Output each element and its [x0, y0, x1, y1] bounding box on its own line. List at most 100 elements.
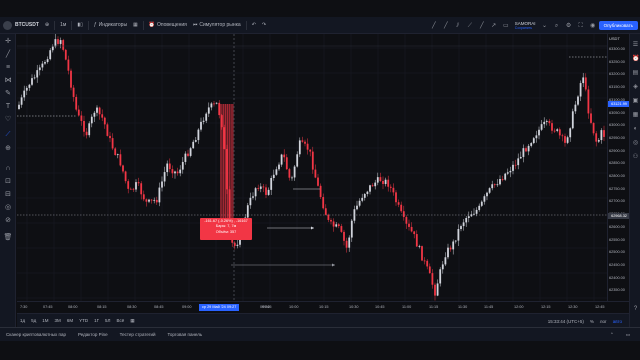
draw-ray-icon[interactable]: ╱	[442, 22, 450, 30]
ruler-icon[interactable]: ⟋	[3, 130, 13, 140]
candle-body	[18, 104, 20, 109]
notifications-icon[interactable]: ⚇	[632, 154, 639, 161]
watchlist-icon[interactable]: ☰	[632, 42, 639, 49]
candle-body	[538, 129, 540, 136]
draw-parallel-icon[interactable]: ⫽	[454, 22, 462, 30]
range-button[interactable]: 1Г	[94, 318, 99, 323]
symbol-search[interactable]: BTCUSDT	[0, 17, 42, 34]
brush-icon[interactable]: ✎	[3, 89, 13, 99]
alerts-icon[interactable]: ⏰	[632, 56, 639, 63]
news-icon[interactable]: ▣	[632, 98, 639, 105]
bottom-tab[interactable]: Редактор Pine	[78, 332, 108, 337]
price-tick: 62400.00	[609, 275, 625, 280]
replay-button[interactable]: ⏮ Симулятор рынка	[190, 17, 244, 34]
range-button[interactable]: 5д	[31, 318, 36, 323]
range-button[interactable]: 1д	[20, 318, 25, 323]
calendar-range-icon[interactable]: ▦	[130, 318, 134, 324]
undo-button[interactable]: ↶	[249, 17, 259, 34]
plus-icon: ⊕	[44, 22, 50, 28]
candle-body	[96, 107, 98, 113]
layout-save[interactable]: SAMORAI Сохранить	[515, 21, 536, 31]
lock-icon[interactable]: ⊡	[3, 177, 13, 187]
range-button[interactable]: 1М	[42, 318, 48, 323]
candle-body	[265, 187, 267, 195]
candle-body	[262, 186, 265, 188]
pattern-icon[interactable]: ⋈	[3, 76, 13, 86]
search-icon[interactable]: ⌕	[553, 22, 561, 30]
gear-icon[interactable]: ⚙	[565, 22, 573, 30]
compare-button[interactable]: ⊕	[42, 17, 52, 34]
chevron-down-icon[interactable]: ⌄	[541, 22, 549, 30]
candle-body	[218, 102, 221, 116]
layout-icon[interactable]: ▭	[502, 22, 510, 30]
interval-button[interactable]: 1м	[57, 17, 69, 34]
camera-icon[interactable]: ◉	[589, 22, 597, 30]
bottom-tab[interactable]: Торговая панель	[168, 332, 203, 337]
chat-icon[interactable]: ▤	[632, 70, 639, 77]
text-icon[interactable]: T	[3, 102, 13, 112]
lock-drawings-icon[interactable]: ⊟	[3, 190, 13, 200]
range-button[interactable]: 6М	[67, 318, 73, 323]
candle-body	[72, 87, 75, 97]
candle-body	[132, 188, 135, 190]
time-tick: 11:45	[484, 305, 494, 309]
range-button[interactable]: 5Л	[105, 318, 110, 323]
time-tick: 10:15	[319, 305, 329, 309]
indicators-button[interactable]: ƒ Индикаторы	[91, 17, 130, 34]
eye-icon[interactable]: ◎	[3, 203, 13, 213]
auto-toggle[interactable]: авто	[613, 319, 622, 324]
zoom-icon[interactable]: ⊕	[3, 144, 13, 154]
crosshair-icon[interactable]: ✛	[3, 37, 13, 47]
magnet-icon[interactable]: ∩	[3, 164, 13, 174]
candle-body	[387, 179, 390, 187]
candle-body	[54, 39, 57, 47]
interval-label: 1м	[60, 22, 67, 28]
candle-body	[272, 174, 275, 179]
candle-body	[184, 153, 187, 162]
chevron-up-icon[interactable]: ⌃	[610, 332, 614, 338]
range-buttons: 1д 5д 1М 3М 6М YTD 1Г 5Л Всё	[17, 318, 127, 323]
range-button[interactable]: YTD	[79, 318, 88, 323]
candle-body	[431, 273, 434, 285]
bottom-tab[interactable]: Сканер криптовалютных пар	[6, 332, 66, 337]
range-button[interactable]: Всё	[117, 318, 125, 323]
price-scale[interactable]: USDT 63300.00 63250.00 63200.00 63150.00 631…	[607, 34, 630, 301]
draw-arrow-icon[interactable]: ↗	[490, 22, 498, 30]
candle-body	[553, 130, 556, 132]
draw-hline-icon[interactable]: ╱	[478, 22, 486, 30]
publish-button[interactable]: Опубликовать	[598, 21, 638, 30]
trash-icon[interactable]: 🗑	[3, 233, 13, 243]
heart-icon[interactable]: ♡	[3, 115, 13, 125]
draw-path-icon[interactable]: ⟋	[466, 22, 474, 30]
candlestick-chart[interactable]	[17, 34, 607, 301]
percent-toggle[interactable]: %	[590, 319, 594, 324]
ideas-icon[interactable]: ◐	[632, 126, 639, 133]
streams-icon[interactable]: ◎	[632, 140, 639, 147]
maximize-icon[interactable]: ▭	[626, 332, 630, 338]
candle-body	[116, 154, 119, 156]
calendar-icon[interactable]: ▦	[632, 112, 639, 119]
candle-body	[166, 163, 169, 173]
range-button[interactable]: 3М	[55, 318, 61, 323]
help-icon[interactable]: ?	[632, 306, 639, 313]
candle-body	[483, 196, 486, 202]
chart-type-button[interactable]: ▮▯	[74, 17, 86, 34]
chart-pane[interactable]: -161.67 (-0.26%) , -16167 Бары: 7, 7м Об…	[17, 34, 607, 301]
bottom-tab[interactable]: Тестер стратегий	[120, 332, 156, 337]
clock-label[interactable]: 15:33:44 (UTC+5)	[548, 319, 584, 324]
link-icon[interactable]: ⊘	[3, 216, 13, 226]
candle-body	[44, 62, 46, 64]
layers-icon[interactable]: ◈	[632, 84, 639, 91]
fib-icon[interactable]: ≡	[3, 63, 13, 73]
trend-line-icon[interactable]: ╱	[3, 50, 13, 60]
candle-body	[467, 216, 470, 218]
redo-button[interactable]: ↷	[259, 17, 269, 34]
fullscreen-icon[interactable]: ⛶	[577, 22, 585, 30]
time-scale[interactable]: 7:30 07:45 08:00 08:15 08:30 08:45 09:00 09:30 0…	[17, 301, 629, 313]
templates-button[interactable]: ▦	[130, 17, 141, 34]
candle-body	[83, 120, 85, 132]
alerts-button[interactable]: ⏰ Оповещения	[146, 17, 190, 34]
candle-body	[434, 284, 436, 296]
draw-line-icon[interactable]: ╱	[430, 22, 438, 30]
log-toggle[interactable]: лог	[600, 319, 607, 324]
